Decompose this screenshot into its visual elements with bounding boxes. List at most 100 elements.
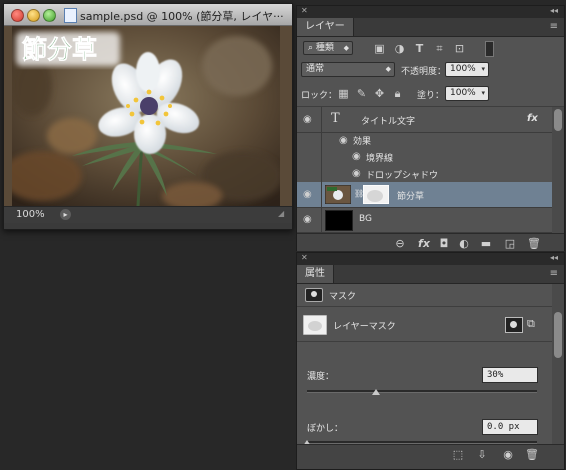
document-titlebar[interactable]: sample.psd @ 100% (節分草, レイヤ··· bbox=[4, 4, 292, 26]
load-selection-icon[interactable]: ⬚ bbox=[451, 448, 465, 462]
filter-toggle-switch[interactable] bbox=[485, 41, 494, 57]
layers-tabbar: レイヤー ≡ bbox=[297, 18, 564, 37]
layer-row-bg[interactable]: ◉ BG bbox=[297, 207, 552, 233]
effects-label: 効果 bbox=[353, 137, 372, 147]
toggle-mask-visibility-icon[interactable]: ◉ bbox=[501, 448, 515, 462]
panel-close-icon[interactable]: ✕ bbox=[301, 253, 308, 262]
effect-name: ドロップシャドウ bbox=[366, 171, 439, 181]
eye-icon[interactable]: ◉ bbox=[339, 136, 352, 146]
density-label: 濃度： bbox=[307, 372, 335, 382]
filter-shape-icon[interactable]: ⌗ bbox=[433, 42, 446, 55]
layer-name: 節分草 bbox=[397, 192, 425, 202]
scroll-thumb[interactable] bbox=[554, 312, 562, 358]
layer-filter-toolbar: ⌕ 種類 ◆ ▣ ◑ T ⌗ ⊡ bbox=[297, 37, 564, 59]
trash-icon[interactable]: 🗑︎ bbox=[527, 237, 541, 251]
opacity-value: 100% bbox=[450, 64, 476, 74]
adjustment-layer-icon[interactable]: ◐ bbox=[457, 237, 471, 251]
pixel-mask-button[interactable] bbox=[505, 317, 523, 333]
zoom-button[interactable] bbox=[43, 9, 56, 22]
add-style-icon[interactable]: fx bbox=[417, 237, 431, 251]
fill-field[interactable]: 100% ▾ bbox=[445, 86, 489, 101]
filter-type-icon[interactable]: T bbox=[413, 42, 426, 55]
eye-icon[interactable]: ◉ bbox=[352, 169, 365, 179]
chevron-down-icon: ◆ bbox=[385, 65, 391, 73]
layer-row-title-text[interactable]: ◉ T タイトル文字 fx bbox=[297, 107, 552, 133]
effect-row-stroke[interactable]: ◉ 境界線 bbox=[297, 148, 552, 165]
visibility-column bbox=[297, 132, 322, 148]
panel-collapse-icon[interactable]: ◂◂ bbox=[550, 6, 558, 15]
blend-mode-dropdown[interactable]: 通常 ◆ bbox=[301, 62, 395, 77]
panel-collapse-icon[interactable]: ◂◂ bbox=[550, 253, 558, 262]
opacity-label: 不透明度： bbox=[401, 67, 447, 77]
eye-icon[interactable]: ◉ bbox=[303, 115, 316, 125]
vector-mask-icon[interactable]: ⧉ bbox=[527, 317, 535, 331]
fill-value: 100% bbox=[450, 88, 476, 98]
lock-all-icon[interactable]: 🔒︎ bbox=[391, 87, 404, 100]
effects-row[interactable]: ◉ 効果 bbox=[297, 132, 552, 148]
mask-name: レイヤーマスク bbox=[333, 322, 396, 332]
layer-thumbnail[interactable] bbox=[325, 185, 351, 204]
lock-position-icon[interactable]: ✥ bbox=[373, 87, 386, 100]
layer-list: ◉ T タイトル文字 fx ◉ 効果 ◉ 境界線 ◉ ドロップシャドウ ◉ ⛓︎… bbox=[297, 107, 552, 233]
eye-icon[interactable]: ◉ bbox=[352, 152, 365, 162]
properties-type-row: マスク bbox=[297, 284, 552, 307]
document-title: sample.psd @ 100% (節分草, レイヤ··· bbox=[80, 10, 284, 23]
new-layer-icon[interactable]: ◲ bbox=[503, 237, 517, 251]
apply-mask-icon[interactable]: ⇩ bbox=[475, 448, 489, 462]
new-group-icon[interactable]: ▬ bbox=[479, 237, 493, 251]
panel-close-icon[interactable]: ✕ bbox=[301, 6, 308, 15]
psd-file-icon bbox=[64, 8, 77, 23]
bg-thumbnail[interactable] bbox=[325, 210, 353, 231]
opacity-field[interactable]: 100% ▾ bbox=[445, 62, 489, 77]
mask-thumbnail[interactable] bbox=[363, 185, 389, 204]
add-mask-icon[interactable]: ◘ bbox=[437, 237, 451, 251]
layer-row-setsubunsou[interactable]: ◉ ⛓︎ 節分草 bbox=[297, 182, 552, 208]
effect-row-drop-shadow[interactable]: ◉ ドロップシャドウ bbox=[297, 165, 552, 183]
text-layer-icon: T bbox=[331, 111, 340, 126]
fill-label: 塗り： bbox=[417, 91, 445, 101]
canvas-image: 節分草 bbox=[12, 26, 280, 206]
feather-field[interactable]: 0.0 px bbox=[482, 419, 538, 435]
resize-grip-icon[interactable]: ◢ bbox=[278, 209, 288, 219]
properties-panel: ✕ ◂◂ 属性 ≡ マスク レイヤーマスク ⧉ 濃度： 30% ぼかし： 0.0… bbox=[296, 252, 565, 470]
chevron-down-icon[interactable]: ▾ bbox=[481, 87, 485, 100]
filter-smartobject-icon[interactable]: ⊡ bbox=[453, 42, 466, 55]
layer-list-scrollbar[interactable] bbox=[552, 107, 564, 233]
properties-type-label: マスク bbox=[329, 292, 357, 302]
fx-icon[interactable]: fx bbox=[527, 113, 538, 124]
close-button[interactable] bbox=[11, 9, 24, 22]
visibility-column bbox=[297, 148, 322, 165]
status-menu-icon[interactable]: ▸ bbox=[60, 209, 71, 220]
chevron-down-icon[interactable]: ▾ bbox=[481, 63, 485, 76]
layers-panel: ✕ ◂◂ レイヤー ≡ ⌕ 種類 ◆ ▣ ◑ T ⌗ ⊡ 通常 ◆ 不透明度： … bbox=[296, 5, 565, 251]
zoom-level[interactable]: 100% bbox=[16, 209, 45, 220]
eye-icon[interactable]: ◉ bbox=[303, 190, 316, 200]
tab-properties[interactable]: 属性 bbox=[297, 265, 334, 283]
effect-name: 境界線 bbox=[366, 154, 394, 164]
link-chain-icon[interactable]: ⛓︎ bbox=[354, 189, 364, 199]
properties-scrollbar[interactable] bbox=[552, 284, 564, 444]
scroll-thumb[interactable] bbox=[554, 109, 562, 131]
panel-menu-icon[interactable]: ≡ bbox=[550, 21, 558, 32]
canvas[interactable]: 節分草 bbox=[4, 26, 292, 206]
panel-menu-icon[interactable]: ≡ bbox=[550, 268, 558, 279]
properties-tabbar: 属性 ≡ bbox=[297, 265, 564, 284]
filter-adjustment-icon[interactable]: ◑ bbox=[393, 42, 406, 55]
eye-icon[interactable]: ◉ bbox=[303, 215, 316, 225]
density-field[interactable]: 30% bbox=[482, 367, 538, 383]
lock-transparent-icon[interactable]: ▦ bbox=[337, 87, 350, 100]
visibility-column bbox=[297, 165, 322, 182]
density-slider-thumb[interactable] bbox=[372, 389, 380, 395]
link-layers-icon[interactable]: ⊖ bbox=[393, 237, 407, 251]
mask-info-row: レイヤーマスク ⧉ bbox=[297, 309, 552, 342]
filter-kind-dropdown[interactable]: ⌕ 種類 ◆ bbox=[303, 41, 353, 55]
lock-image-icon[interactable]: ✎ bbox=[355, 87, 368, 100]
density-slider-track[interactable] bbox=[307, 390, 537, 393]
filter-pixel-icon[interactable]: ▣ bbox=[373, 42, 386, 55]
mask-preview-thumbnail bbox=[303, 315, 327, 335]
tab-layers[interactable]: レイヤー bbox=[297, 18, 354, 36]
lock-row: ロック： ▦ ✎ ✥ 🔒︎ 塗り： 100% ▾ bbox=[297, 82, 564, 107]
delete-mask-icon[interactable]: 🗑︎ bbox=[525, 448, 539, 462]
layer-name: BG bbox=[359, 214, 372, 224]
minimize-button[interactable] bbox=[27, 9, 40, 22]
